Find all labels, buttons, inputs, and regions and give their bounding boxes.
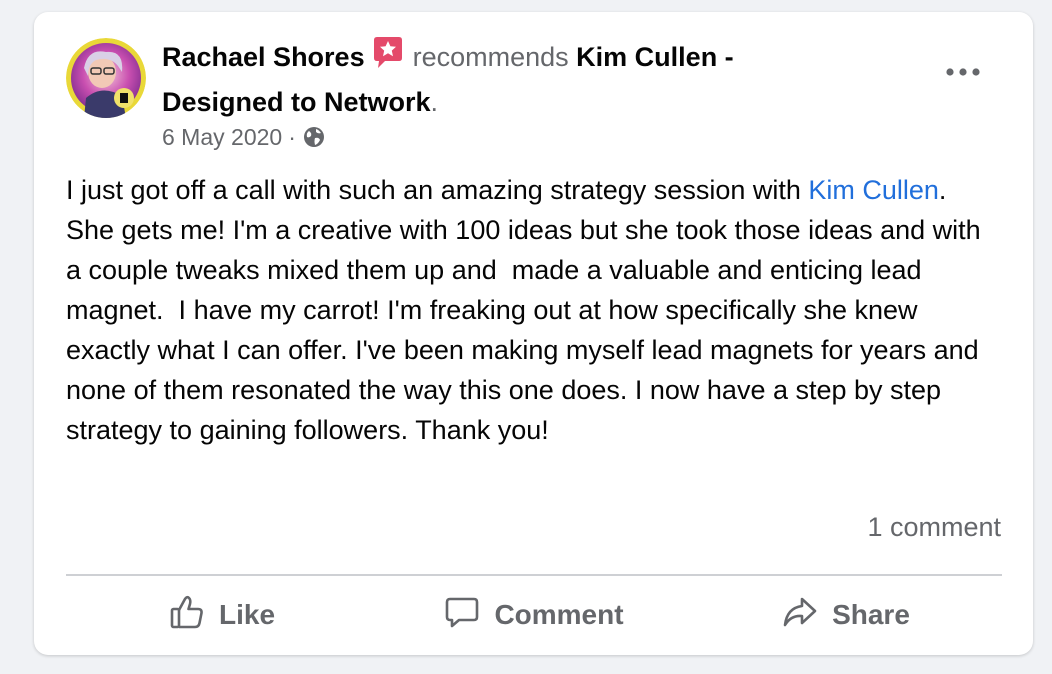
author-name[interactable]: Rachael Shores <box>162 42 365 72</box>
mention-link[interactable]: Kim Cullen <box>808 175 939 205</box>
more-options-icon[interactable] <box>943 62 983 82</box>
comment-button[interactable]: Comment <box>378 586 690 644</box>
share-button[interactable]: Share <box>690 586 1002 644</box>
comment-label: Comment <box>494 599 624 630</box>
thumbs-up-icon <box>169 594 219 637</box>
post-body-text-1: I just got off a call with such an amazi… <box>66 175 809 205</box>
share-label: Share <box>832 599 910 630</box>
post-actions-bar: Like Comment Share <box>66 586 1002 644</box>
recommendation-post-card: Rachael Shores recommends Kim Cullen - D… <box>34 12 1033 655</box>
recommendation-star-icon <box>371 36 405 82</box>
comment-count-link[interactable]: 1 comment <box>867 512 1001 543</box>
comment-bubble-icon <box>444 594 494 637</box>
post-body: I just got off a call with such an amazi… <box>66 170 996 450</box>
recommends-verb: recommends <box>412 42 569 72</box>
page-name-period: . <box>430 87 439 117</box>
globe-icon[interactable] <box>302 125 326 149</box>
share-arrow-icon <box>782 594 832 637</box>
actions-divider <box>66 574 1002 576</box>
post-header: Rachael Shores recommends Kim Cullen - D… <box>162 36 862 123</box>
author-avatar[interactable] <box>66 38 146 118</box>
post-meta: 6 May 2020 · <box>162 122 326 152</box>
like-label: Like <box>218 599 276 630</box>
like-button[interactable]: Like <box>66 586 378 644</box>
meta-separator: · <box>288 124 296 150</box>
post-body-text-2: . She gets me! I'm a creative with 100 i… <box>66 175 989 445</box>
post-date[interactable]: 6 May 2020 <box>162 122 282 152</box>
